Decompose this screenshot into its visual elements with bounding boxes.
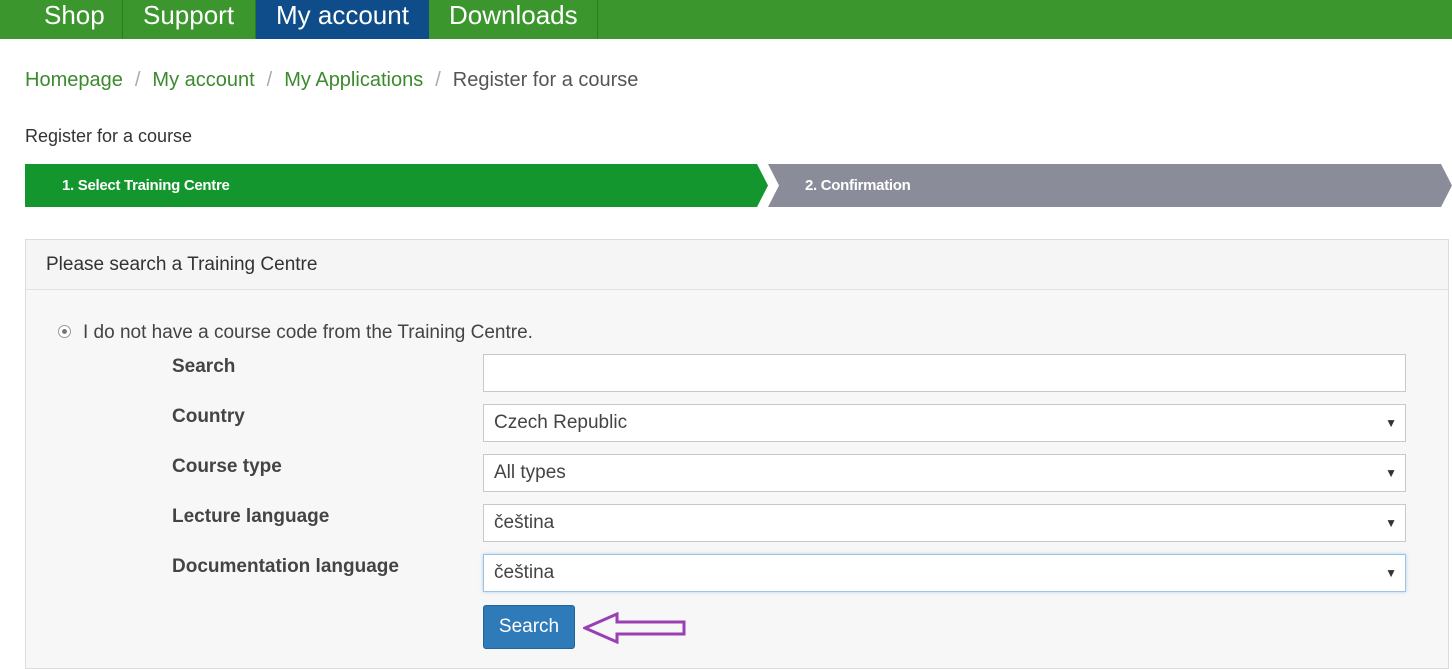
panel-title: Please search a Training Centre <box>46 254 318 275</box>
country-value: Czech Republic <box>494 412 628 433</box>
country-label: Country <box>172 406 245 427</box>
wizard-step-select-training-centre: 1. Select Training Centre <box>62 177 230 194</box>
no-course-code-radio[interactable] <box>58 325 71 338</box>
lecture-language-label: Lecture language <box>172 506 330 527</box>
documentation-language-label: Documentation language <box>172 556 399 577</box>
search-input[interactable] <box>483 354 1406 392</box>
page-title: Register for a course <box>25 126 193 146</box>
top-navigation: Shop Support My account Downloads <box>0 0 1452 39</box>
nav-downloads[interactable]: Downloads <box>429 0 598 39</box>
dropdown-caret-icon: ▼ <box>1385 466 1397 480</box>
breadcrumb: Homepage / My account / My Applications / Regi… <box>25 66 638 94</box>
course-type-value: All types <box>494 462 566 483</box>
course-type-select[interactable]: All types ▼ <box>483 454 1406 492</box>
country-select[interactable]: Czech Republic ▼ <box>483 404 1406 442</box>
nav-shop[interactable]: Shop <box>24 0 123 39</box>
lecture-language-select[interactable]: čeština ▼ <box>483 504 1406 542</box>
search-panel: Please search a Training Centre I do not… <box>25 239 1449 669</box>
panel-heading: Please search a Training Centre <box>26 240 1448 290</box>
search-button[interactable]: Search <box>483 605 575 649</box>
annotation-arrow-icon <box>583 612 686 644</box>
documentation-language-select[interactable]: čeština ▼ <box>483 554 1406 592</box>
search-label: Search <box>172 356 236 377</box>
breadcrumb-homepage[interactable]: Homepage <box>25 69 123 91</box>
breadcrumb-separator: / <box>266 69 273 91</box>
wizard-steps: 1. Select Training Centre 2. Confirmatio… <box>25 164 1452 207</box>
breadcrumb-separator: / <box>134 69 141 91</box>
breadcrumb-current: Register for a course <box>452 69 639 91</box>
dropdown-caret-icon: ▼ <box>1385 566 1397 580</box>
wizard-step-confirmation: 2. Confirmation <box>805 177 911 194</box>
dropdown-caret-icon: ▼ <box>1385 516 1397 530</box>
wizard-steps-graphic <box>25 164 1452 207</box>
nav-my-account[interactable]: My account <box>256 0 429 39</box>
documentation-language-value: čeština <box>494 562 555 583</box>
lecture-language-value: čeština <box>494 512 555 533</box>
breadcrumb-my-applications[interactable]: My Applications <box>284 69 423 91</box>
breadcrumb-my-account[interactable]: My account <box>152 69 254 91</box>
course-type-label: Course type <box>172 456 282 477</box>
no-course-code-label: I do not have a course code from the Tra… <box>83 322 533 343</box>
radio-selected-dot <box>62 329 67 334</box>
dropdown-caret-icon: ▼ <box>1385 416 1397 430</box>
nav-support[interactable]: Support <box>123 0 256 39</box>
breadcrumb-separator: / <box>435 69 441 91</box>
